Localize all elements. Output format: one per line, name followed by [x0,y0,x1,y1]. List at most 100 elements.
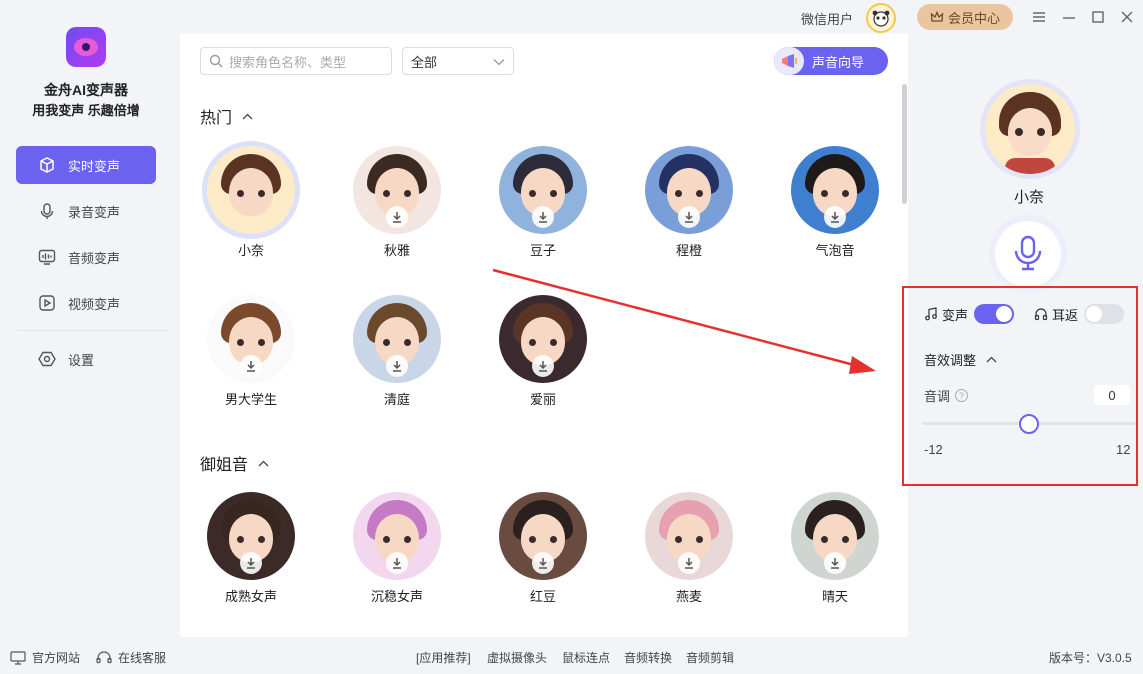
download-icon[interactable] [678,552,700,574]
voice-control-box: 变声 耳返 音效调整 音调 ? 0 -12 12 [902,286,1138,486]
voice-avatar [207,146,295,234]
voice-name: 豆子 [529,243,556,258]
voice-card[interactable]: 清庭 [347,295,447,408]
member-center-button[interactable]: 会员中心 [917,4,1013,30]
microphone-icon [38,202,56,220]
category-select[interactable]: 全部 [402,47,514,75]
footer-link-audio-edit[interactable]: 音频剪辑 [686,649,734,666]
voice-name: 秋雅 [383,243,410,258]
voice-card[interactable]: 程橙 [639,146,739,259]
footer-link-audio-convert[interactable]: 音频转换 [624,649,672,666]
voice-name: 小奈 [237,243,264,258]
download-icon[interactable] [532,552,554,574]
menu-icon[interactable] [1030,8,1048,26]
voice-name: 清庭 [383,392,410,407]
footer-link-auto-clicker[interactable]: 鼠标连点 [562,649,610,666]
voice-avatar [645,146,733,234]
current-voice-name: 小奈 [1013,189,1044,206]
voice-avatar [499,295,587,383]
voice-name: 红豆 [529,589,556,604]
voice-guide-button[interactable]: 声音向导 [774,47,888,75]
monitor-toggle-row: 耳返 [1034,304,1125,324]
voice-name: 气泡音 [815,243,855,258]
sidebar-item-realtime[interactable]: 实时变声 [16,146,156,184]
voice-card[interactable]: 秋雅 [347,146,447,259]
sidebar-item-settings[interactable]: 设置 [16,340,156,378]
download-icon[interactable] [240,355,262,377]
recommend-label: [应用推荐] [416,651,471,665]
download-icon[interactable] [532,355,554,377]
voice-card[interactable]: 气泡音 [785,146,885,259]
voice-avatar [353,146,441,234]
megaphone-icon [774,47,804,75]
category-select-value: 全部 [411,54,438,70]
download-icon[interactable] [240,552,262,574]
voice-name: 男大学生 [224,392,277,407]
monitor-label: 耳返 [1052,307,1079,323]
app-name: 金舟AI变声器 [44,82,128,98]
cube-icon [38,156,56,174]
app-logo [66,27,106,67]
sidebar-item-recording[interactable]: 录音变声 [16,192,156,230]
sidebar-item-label: 音频变声 [68,250,121,266]
headset-icon [96,650,112,665]
pitch-value[interactable]: 0 [1094,385,1130,405]
download-icon[interactable] [824,206,846,228]
voice-change-switch[interactable] [974,304,1015,324]
help-icon[interactable]: ? [955,389,969,402]
pitch-slider[interactable] [922,414,1136,434]
voice-name: 程橙 [675,243,702,258]
section-title-hot[interactable]: 热门 [200,104,253,128]
effects-title[interactable]: 音效调整 [924,350,997,369]
download-icon[interactable] [678,206,700,228]
sidebar-item-video[interactable]: 视频变声 [16,284,156,322]
pitch-slider-handle[interactable] [1019,414,1039,434]
voice-avatar [207,295,295,383]
voice-card[interactable]: 沉稳女声 [347,492,447,605]
scrollbar[interactable] [902,84,907,204]
monitor-switch[interactable] [1084,304,1125,324]
crown-icon [930,10,944,24]
close-icon[interactable] [1118,8,1136,26]
current-voice-panel: 小奈 变声 耳返 音效调整 音调 ? 0 -12 12 [902,34,1143,637]
user-name[interactable]: 微信用户 [801,9,853,28]
download-icon[interactable] [386,552,408,574]
voice-name: 燕麦 [675,589,702,604]
download-icon[interactable] [532,206,554,228]
footer-link-virtual-camera[interactable]: 虚拟摄像头 [487,649,547,666]
voice-avatar [645,492,733,580]
microphone-button[interactable] [995,221,1061,287]
voice-card[interactable]: 燕麦 [639,492,739,605]
voice-avatar [207,492,295,580]
download-icon[interactable] [824,552,846,574]
search-input[interactable]: 搜索角色名称、类型 [200,47,392,75]
maximize-icon[interactable] [1089,8,1107,26]
voice-name: 成熟女声 [224,589,277,604]
audio-wave-icon [38,248,56,266]
voice-card[interactable]: 豆子 [493,146,593,259]
pitch-min-label: -12 [924,442,943,457]
headphones-icon [1034,307,1048,321]
voice-card[interactable]: 男大学生 [201,295,301,408]
voice-change-label: 变声 [942,307,969,323]
hexagon-settings-icon [38,350,56,368]
download-icon[interactable] [386,355,408,377]
voice-card[interactable]: 成熟女声 [201,492,301,605]
user-avatar[interactable] [866,3,896,33]
voice-name: 爱丽 [529,392,556,407]
voice-card[interactable]: 小奈 [201,146,301,259]
official-website-link[interactable]: 官方网站 [10,649,80,666]
voice-card[interactable]: 红豆 [493,492,593,605]
voice-card[interactable]: 爱丽 [493,295,593,408]
chevron-up-icon [258,460,269,467]
minimize-icon[interactable] [1060,8,1078,26]
sidebar-item-audio[interactable]: 音频变声 [16,238,156,276]
voice-card[interactable]: 晴天 [785,492,885,605]
section-title-mature[interactable]: 御姐音 [200,451,269,475]
voice-change-toggle-row: 变声 [924,304,1015,324]
download-icon[interactable] [386,206,408,228]
chevron-down-icon [493,54,505,69]
play-icon [38,294,56,312]
voice-name: 晴天 [821,589,848,604]
online-support-link[interactable]: 在线客服 [96,649,166,666]
